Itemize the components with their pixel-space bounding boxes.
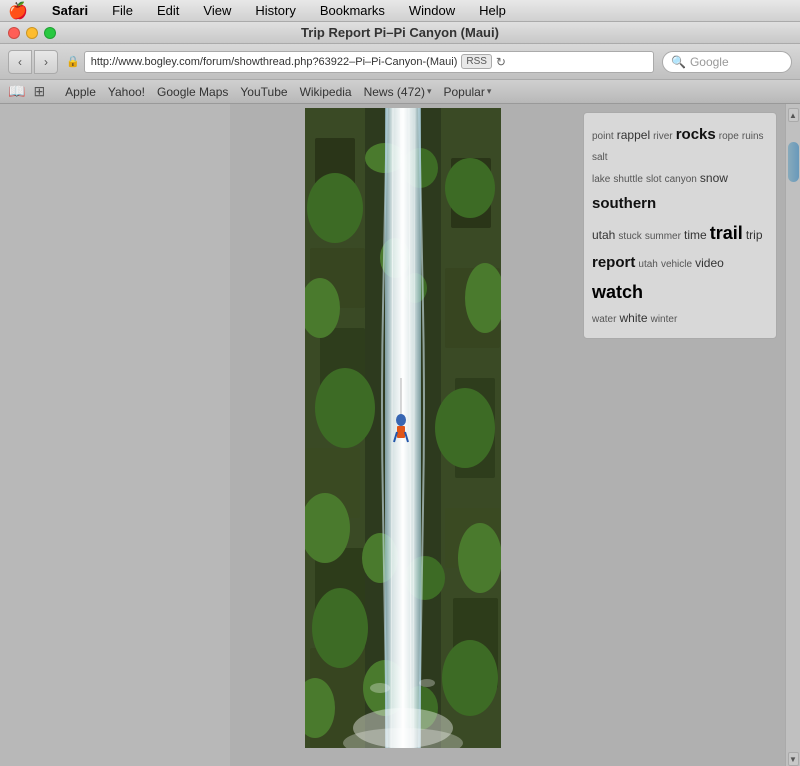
center-content [230, 104, 575, 766]
maximize-button[interactable] [44, 27, 56, 39]
tag-rope[interactable]: rope [719, 131, 739, 142]
tag-ruins[interactable]: ruins [742, 131, 764, 142]
bm-apple[interactable]: Apple [65, 85, 96, 99]
bookmarks-bar: 📖 ⊞ Apple Yahoo! Google Maps YouTube Wik… [0, 80, 800, 104]
menubar: 🍎 Safari File Edit View History Bookmark… [0, 0, 800, 22]
bm-googlemaps[interactable]: Google Maps [157, 85, 228, 99]
lock-icon: 🔒 [66, 55, 80, 68]
menu-history[interactable]: History [251, 3, 299, 18]
search-icon: 🔍 [671, 55, 686, 69]
menu-safari[interactable]: Safari [48, 3, 92, 18]
reload-icon[interactable]: ↻ [496, 55, 506, 69]
reader-icon[interactable]: 📖 [8, 83, 25, 100]
search-bar[interactable]: 🔍 Google [662, 51, 792, 73]
tag-trip[interactable]: trip [746, 228, 763, 242]
search-placeholder: Google [690, 55, 729, 69]
tag-rocks[interactable]: rocks [676, 126, 716, 143]
back-button[interactable]: ‹ [8, 50, 32, 74]
tag-stuck[interactable]: stuck [618, 231, 641, 242]
scrollbar-thumb[interactable] [788, 142, 799, 182]
menu-file[interactable]: File [108, 3, 137, 18]
tag-snow[interactable]: snow [700, 171, 728, 185]
news-chevron-icon: ▾ [427, 86, 432, 97]
tag-utah[interactable]: utah [592, 228, 615, 242]
tag-cloud: point rappel river rocks rope ruins salt… [583, 112, 777, 339]
grid-icon[interactable]: ⊞ [33, 83, 45, 100]
tag-vehicle[interactable]: vehicle [661, 259, 692, 270]
tag-southern[interactable]: southern [592, 195, 656, 212]
tag-river[interactable]: river [653, 131, 672, 142]
minimize-button[interactable] [26, 27, 38, 39]
bm-popular[interactable]: Popular ▾ [443, 85, 491, 99]
menu-view[interactable]: View [199, 3, 235, 18]
titlebar: Trip Report Pi–Pi Canyon (Maui) [0, 22, 800, 44]
bm-yahoo[interactable]: Yahoo! [108, 85, 145, 99]
bm-wikipedia[interactable]: Wikipedia [300, 85, 352, 99]
nav-buttons: ‹ › [8, 50, 58, 74]
waterfall-image [305, 108, 501, 748]
tag-shuttle[interactable]: shuttle [613, 174, 642, 185]
tag-video[interactable]: video [695, 256, 724, 270]
bm-news-label: News (472) [364, 85, 425, 99]
close-button[interactable] [8, 27, 20, 39]
tag-trail[interactable]: trail [710, 223, 743, 243]
scroll-down-arrow[interactable]: ▼ [788, 752, 799, 766]
address-bar[interactable]: http://www.bogley.com/forum/showthread.p… [84, 51, 654, 73]
bm-popular-label: Popular [443, 85, 484, 99]
menu-edit[interactable]: Edit [153, 3, 183, 18]
address-area: 🔒 http://www.bogley.com/forum/showthread… [66, 51, 654, 73]
menu-window[interactable]: Window [405, 3, 459, 18]
menu-help[interactable]: Help [475, 3, 510, 18]
tag-white[interactable]: white [620, 311, 648, 325]
toolbar: ‹ › 🔒 http://www.bogley.com/forum/showth… [0, 44, 800, 80]
traffic-lights [8, 27, 56, 39]
apple-menu[interactable]: 🍎 [8, 1, 28, 21]
tag-winter[interactable]: winter [651, 314, 678, 325]
tag-watch[interactable]: watch [592, 282, 643, 302]
bm-news[interactable]: News (472) ▾ [364, 85, 432, 99]
window-title: Trip Report Pi–Pi Canyon (Maui) [301, 25, 499, 40]
tag-lake[interactable]: lake [592, 174, 610, 185]
left-panel [0, 104, 230, 766]
address-text: http://www.bogley.com/forum/showthread.p… [91, 56, 458, 68]
tag-rappel[interactable]: rappel [617, 128, 650, 142]
tag-point[interactable]: point [592, 131, 614, 142]
scroll-up-arrow[interactable]: ▲ [788, 108, 799, 122]
forward-button[interactable]: › [34, 50, 58, 74]
tag-salt[interactable]: salt [592, 152, 608, 163]
right-panel: point rappel river rocks rope ruins salt… [575, 104, 785, 766]
tag-slot[interactable]: slot [646, 174, 662, 185]
tag-water[interactable]: water [592, 314, 616, 325]
rss-badge[interactable]: RSS [461, 54, 492, 69]
tag-utah2[interactable]: utah [638, 259, 657, 270]
tag-canyon[interactable]: canyon [665, 174, 697, 185]
bm-icons: 📖 ⊞ [8, 83, 45, 100]
scrollbar[interactable]: ▲ ▼ [785, 104, 800, 766]
menu-bookmarks[interactable]: Bookmarks [316, 3, 389, 18]
tag-time[interactable]: time [684, 228, 707, 242]
tag-summer[interactable]: summer [645, 231, 681, 242]
tag-report[interactable]: report [592, 254, 635, 271]
bm-youtube[interactable]: YouTube [240, 85, 287, 99]
main-area: point rappel river rocks rope ruins salt… [0, 104, 800, 766]
popular-chevron-icon: ▾ [487, 86, 492, 97]
